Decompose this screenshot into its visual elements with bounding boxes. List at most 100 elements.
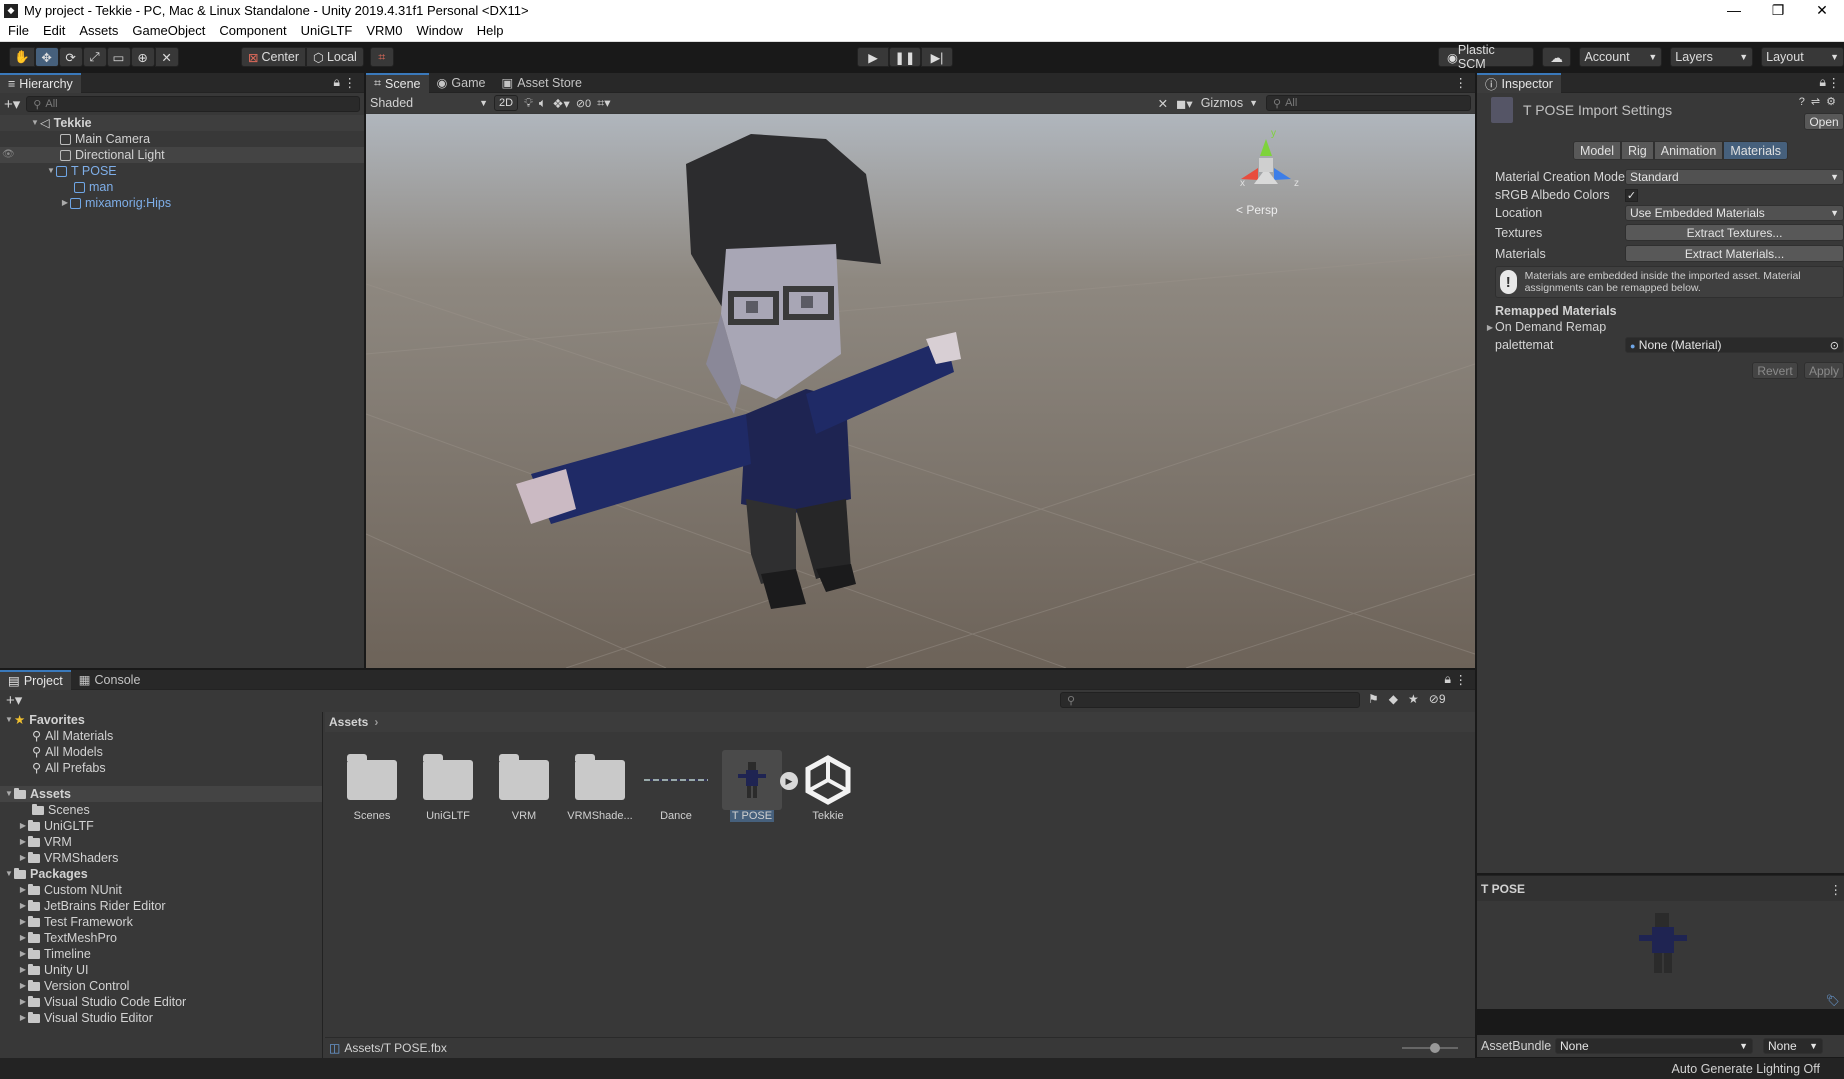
package-timeline[interactable]: ▶ Timeline	[0, 946, 322, 962]
asset-item-t-pose[interactable]: ▶ T POSE	[714, 750, 798, 822]
icon-size-slider[interactable]	[1402, 1043, 1458, 1053]
tab-hierarchy[interactable]: ≡ Hierarchy	[0, 72, 81, 93]
menu-help[interactable]: Help	[470, 21, 511, 41]
package-textmeshpro[interactable]: ▶ TextMeshPro	[0, 930, 322, 946]
assetbundle-variant-dropdown[interactable]: None ▼	[1763, 1038, 1823, 1054]
favorite-all-prefabs[interactable]: ⚲ All Prefabs	[0, 760, 322, 776]
snap-grid-icon[interactable]: ⌗	[369, 47, 394, 67]
menu-unigltf[interactable]: UniGLTF	[294, 21, 360, 41]
apply-button[interactable]: Apply	[1804, 362, 1844, 379]
hidden-objects-icon[interactable]: ⊘0	[576, 97, 591, 110]
menu-gameobject[interactable]: GameObject	[125, 21, 212, 41]
tab-scene[interactable]: ⌗ Scene	[366, 72, 429, 93]
tab-animation[interactable]: Animation	[1653, 141, 1724, 160]
asset-item-tekkie[interactable]: Tekkie	[790, 750, 866, 822]
package-custom-nunit[interactable]: ▶ Custom NUnit	[0, 882, 322, 898]
menu-edit[interactable]: Edit	[36, 21, 72, 41]
hierarchy-item-directional-light[interactable]: 👁︎ Directional Light	[0, 147, 364, 163]
pause-button[interactable]: ❚❚	[889, 47, 921, 67]
open-button[interactable]: Open	[1804, 113, 1844, 130]
menu-component[interactable]: Component	[212, 21, 293, 41]
maximize-button[interactable]: ❐	[1756, 0, 1800, 21]
assets-header[interactable]: ▼ Assets	[0, 786, 322, 802]
minimize-button[interactable]: —	[1712, 0, 1756, 21]
preset-icon[interactable]: ⇌	[1811, 95, 1820, 108]
help-icon[interactable]: ?	[1799, 96, 1805, 108]
menu-file[interactable]: File	[1, 21, 36, 41]
folder-scenes[interactable]: Scenes	[0, 802, 322, 818]
layers-dropdown[interactable]: Layers ▼	[1670, 47, 1754, 67]
persp-label[interactable]: < Persp	[1236, 203, 1278, 217]
tab-project[interactable]: ▤ Project	[0, 669, 71, 690]
menu-window[interactable]: Window	[409, 21, 469, 41]
on-demand-remap-foldout[interactable]: ▶ On Demand Remap	[1485, 318, 1844, 336]
tab-rig[interactable]: Rig	[1620, 141, 1654, 160]
scene-search-input[interactable]: ⚲ All	[1266, 95, 1471, 111]
lighting-icon[interactable]: 💡︎	[524, 96, 533, 111]
folder-vrm[interactable]: ▶ VRM	[0, 834, 322, 850]
hierarchy-item-main-camera[interactable]: Main Camera	[0, 131, 364, 147]
asset-item-vrmshaders[interactable]: VRMShade...	[562, 750, 638, 822]
close-button[interactable]: ✕	[1800, 0, 1844, 21]
favorite-all-models[interactable]: ⚲ All Models	[0, 744, 322, 760]
effects-icon[interactable]: ❖▾	[552, 96, 569, 111]
location-dropdown[interactable]: Use Embedded Materials ▼	[1625, 205, 1844, 221]
kebab-menu-icon[interactable]: ⋮	[1455, 75, 1468, 90]
hierarchy-item-t-pose[interactable]: ▼ T POSE	[0, 163, 364, 179]
hierarchy-search-input[interactable]: ⚲ All	[26, 96, 360, 112]
gear-icon[interactable]: ⚙	[1826, 95, 1836, 108]
pivot-local-button[interactable]: ⬡ Local	[306, 47, 364, 67]
hierarchy-item-man[interactable]: man	[0, 179, 364, 195]
package-jetbrains-rider[interactable]: ▶ JetBrains Rider Editor	[0, 898, 322, 914]
move-tool-icon[interactable]: ✥	[34, 47, 59, 67]
lock-icon[interactable]: 🔒︎	[333, 75, 340, 90]
custom-tool-icon[interactable]: ✕	[154, 47, 179, 67]
project-search-input[interactable]: ⚲	[1060, 692, 1360, 708]
extract-textures-button[interactable]: Extract Textures...	[1625, 224, 1844, 241]
expand-arrow-icon[interactable]: ▶	[60, 195, 70, 211]
shading-mode-dropdown[interactable]: Shaded ▼	[370, 96, 488, 110]
kebab-menu-icon[interactable]: ⋮	[344, 75, 357, 90]
expand-arrow-icon[interactable]: ▼	[46, 163, 56, 179]
palettemat-object-field[interactable]: ● None (Material) ⊙	[1625, 337, 1844, 353]
tab-game[interactable]: ◉ Game	[429, 73, 494, 93]
kebab-menu-icon[interactable]: ⋮	[1455, 672, 1468, 687]
rect-tool-icon[interactable]: ▭	[106, 47, 131, 67]
visibility-eye-icon[interactable]: 👁︎	[2, 147, 15, 163]
add-icon[interactable]: +▾	[6, 691, 22, 709]
preview-header[interactable]: T POSE ⋮	[1477, 875, 1844, 901]
transform-tool-icon[interactable]: ⊕	[130, 47, 155, 67]
audio-icon[interactable]: 🔈︎	[539, 96, 547, 111]
model-preview[interactable]: 🏷︎	[1477, 901, 1844, 1009]
asset-item-unigltf[interactable]: UniGLTF	[410, 750, 486, 822]
play-button[interactable]: ▶	[857, 47, 889, 67]
grid-toggle-icon[interactable]: ⌗▾	[597, 95, 610, 111]
package-unity-ui[interactable]: ▶ Unity UI	[0, 962, 322, 978]
tab-materials[interactable]: Materials	[1723, 141, 1789, 160]
tools-icon[interactable]: ✕	[1158, 96, 1168, 111]
package-version-control[interactable]: ▶ Version Control	[0, 978, 322, 994]
assetbundle-dropdown[interactable]: None ▼	[1555, 1038, 1753, 1054]
hidden-packages-icon[interactable]: ⊘9	[1429, 692, 1446, 706]
menu-vrm0[interactable]: VRM0	[359, 21, 409, 41]
package-vscode-editor[interactable]: ▶ Visual Studio Code Editor	[0, 994, 322, 1010]
asset-item-vrm[interactable]: VRM	[486, 750, 562, 822]
expand-arrow-icon[interactable]: ▼	[30, 115, 40, 131]
object-picker-icon[interactable]: ⊙	[1830, 339, 1839, 352]
package-test-framework[interactable]: ▶ Test Framework	[0, 914, 322, 930]
hierarchy-item-mixamorig-hips[interactable]: ▶ mixamorig:Hips	[0, 195, 364, 211]
material-creation-mode-dropdown[interactable]: Standard ▼	[1625, 169, 1844, 185]
extract-materials-button[interactable]: Extract Materials...	[1625, 245, 1844, 262]
tag-icon[interactable]: 🏷︎	[1826, 994, 1840, 1007]
gizmos-dropdown[interactable]: Gizmos ▼	[1201, 96, 1258, 110]
add-icon[interactable]: +▾	[4, 95, 20, 113]
favorites-header[interactable]: ▼ ★ Favorites	[0, 712, 322, 728]
search-by-label-icon[interactable]: ◆	[1389, 692, 1398, 706]
plastic-scm-button[interactable]: ◉ Plastic SCM	[1438, 43, 1534, 71]
scale-tool-icon[interactable]: ⤢	[82, 47, 107, 67]
slider-thumb[interactable]	[1430, 1043, 1440, 1053]
tab-model[interactable]: Model	[1572, 141, 1621, 160]
asset-item-scenes[interactable]: Scenes	[334, 750, 410, 822]
account-dropdown[interactable]: Account ▼	[1579, 47, 1663, 67]
pivot-center-button[interactable]: ⊠ Center	[241, 47, 307, 67]
